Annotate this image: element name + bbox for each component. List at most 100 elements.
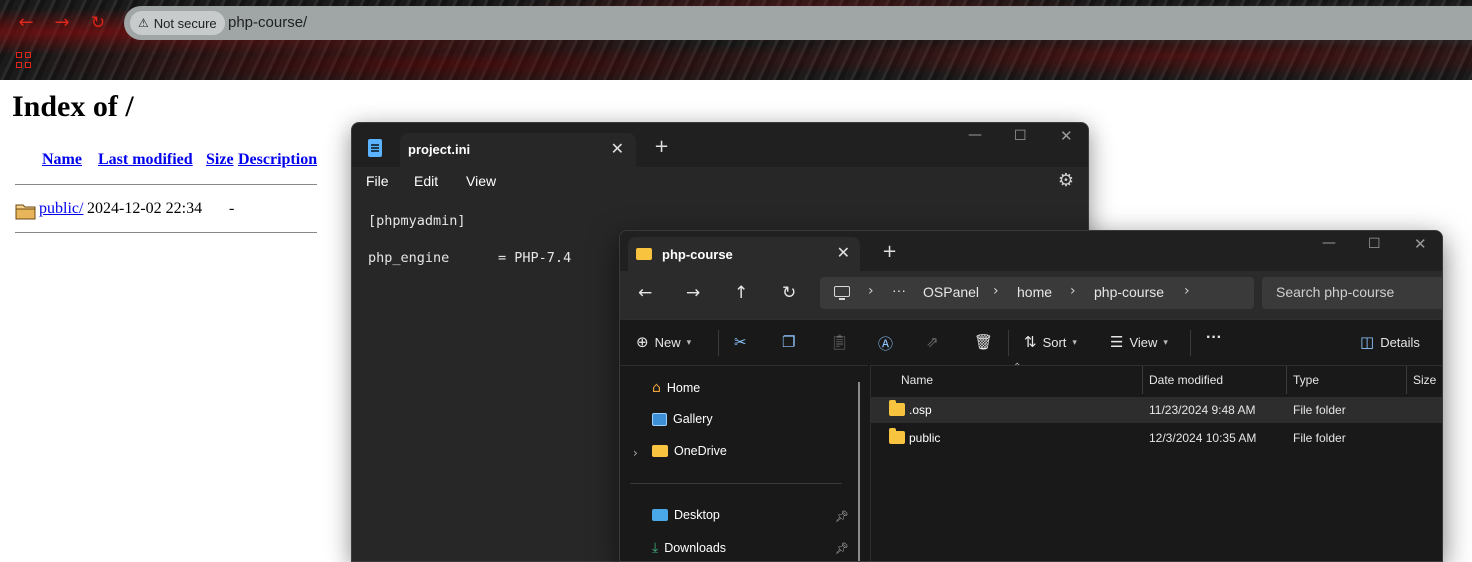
this-pc-icon[interactable] <box>834 286 850 300</box>
footer-divider <box>15 232 317 233</box>
rename-button[interactable]: Ⓐ <box>878 333 893 354</box>
column-separator[interactable] <box>1142 366 1143 394</box>
column-separator[interactable] <box>1286 366 1287 394</box>
sidebar-item-label: Home <box>666 381 701 395</box>
back-arrow-icon[interactable]: ← <box>638 283 652 303</box>
sidebar-item-onedrive[interactable]: OneDrive <box>652 444 727 458</box>
new-button[interactable]: ⊕ New ▾ <box>636 333 691 351</box>
sort-by-name-link[interactable]: Name <box>42 151 82 169</box>
sidebar-divider <box>630 483 842 484</box>
explorer-titlebar: php-course ✕ + — ☐ ✕ <box>620 231 1442 271</box>
url-text[interactable]: php-course/ <box>228 14 307 31</box>
list-item[interactable]: public 12/3/2024 10:35 AM File folder <box>871 425 1442 451</box>
apps-grid-icon[interactable] <box>16 52 32 68</box>
explorer-tab[interactable]: php-course ✕ <box>628 237 860 271</box>
sort-by-last-modified-link[interactable]: Last modified <box>98 151 193 169</box>
folder-icon <box>652 445 668 457</box>
reload-icon[interactable]: ↻ <box>86 11 110 35</box>
new-tab-icon[interactable]: + <box>654 136 669 157</box>
cut-icon: ✂ <box>734 333 747 351</box>
search-input[interactable]: Search php-course <box>1262 277 1442 309</box>
warning-icon: ⚠ <box>138 16 149 30</box>
address-bar[interactable]: ⚠ Not secure php-course/ <box>124 6 1472 40</box>
cut-button[interactable]: ✂ <box>734 333 747 351</box>
sidebar-item-gallery[interactable]: Gallery <box>652 412 713 426</box>
breadcrumb[interactable]: › ··· OSPanel › home › php-course › <box>820 277 1254 309</box>
back-arrow-icon[interactable]: ← <box>14 11 38 35</box>
file-date-modified: 11/23/2024 9:48 AM <box>1149 403 1256 417</box>
breadcrumb-ospanel[interactable]: OSPanel <box>923 284 979 300</box>
column-separator[interactable] <box>1406 366 1407 394</box>
plus-circle-icon: ⊕ <box>636 333 649 351</box>
file-name: public <box>909 431 941 445</box>
chevron-right-icon[interactable]: › <box>993 283 999 299</box>
sort-by-description-link[interactable]: Description <box>238 151 317 169</box>
file-list: ⌃ Name Date modified Type Size .osp 11/2… <box>870 362 1442 561</box>
chevron-right-icon[interactable]: › <box>1184 283 1190 299</box>
menu-view[interactable]: View <box>466 173 496 189</box>
column-header-name[interactable]: Name <box>901 373 933 387</box>
pin-icon[interactable]: 📌︎ <box>835 542 849 555</box>
refresh-icon[interactable]: ↻ <box>782 283 796 303</box>
settings-gear-icon[interactable]: ⚙ <box>1058 170 1074 191</box>
copy-button[interactable]: ❐ <box>782 333 795 351</box>
sidebar-item-home[interactable]: ⌂ Home <box>652 380 700 396</box>
details-button-label: Details <box>1380 334 1420 350</box>
sort-button[interactable]: ⇅ Sort ▾ <box>1024 333 1077 351</box>
chevron-right-icon[interactable]: › <box>1070 283 1076 299</box>
close-tab-icon[interactable]: ✕ <box>611 139 624 158</box>
close-window-icon[interactable]: ✕ <box>1414 235 1427 253</box>
close-window-icon[interactable]: ✕ <box>1060 127 1073 145</box>
toolbar-separator <box>718 330 719 356</box>
maximize-icon[interactable]: ☐ <box>1014 128 1027 144</box>
sidebar-scrollbar[interactable] <box>858 382 860 561</box>
overflow-dots-icon[interactable]: ··· <box>892 282 906 298</box>
new-tab-icon[interactable]: + <box>882 241 897 262</box>
file-date-modified: 12/3/2024 10:35 AM <box>1149 431 1257 445</box>
folder-icon <box>636 248 652 260</box>
sort-button-label: Sort <box>1042 334 1067 350</box>
public-folder-link[interactable]: public/ <box>39 200 83 218</box>
forward-arrow-icon[interactable]: → <box>686 283 700 303</box>
navigation-pane: ⌂ Home Gallery › OneDrive Desktop 📌︎ ⤓ D… <box>620 365 868 561</box>
list-item[interactable]: .osp 11/23/2024 9:48 AM File folder <box>871 397 1442 423</box>
menu-edit[interactable]: Edit <box>414 173 438 189</box>
sidebar-item-desktop[interactable]: Desktop <box>652 508 720 522</box>
pin-icon[interactable]: 📌︎ <box>835 510 849 523</box>
security-chip[interactable]: ⚠ Not secure <box>130 11 225 35</box>
chevron-right-icon[interactable]: › <box>868 283 874 299</box>
notepad-tab-title: project.ini <box>408 142 471 157</box>
notepad-titlebar: project.ini ✕ + — ☐ ✕ <box>352 123 1088 167</box>
column-header-type[interactable]: Type <box>1293 373 1319 387</box>
share-button[interactable]: ⇗ <box>926 333 939 351</box>
forward-arrow-icon[interactable]: → <box>50 11 74 35</box>
view-button[interactable]: ☰ View ▾ <box>1110 333 1168 351</box>
up-arrow-icon[interactable]: ↑ <box>734 283 748 303</box>
minimize-icon[interactable]: — <box>968 127 982 143</box>
sidebar-item-downloads[interactable]: ⤓ Downloads <box>652 540 726 556</box>
breadcrumb-php-course[interactable]: php-course <box>1094 284 1164 300</box>
sort-caret-icon: ⌃ <box>1013 362 1022 373</box>
more-options-button[interactable]: ··· <box>1206 329 1222 347</box>
explorer-tab-title: php-course <box>662 247 733 262</box>
sidebar-item-label: OneDrive <box>674 444 727 458</box>
minimize-icon[interactable]: — <box>1322 235 1336 251</box>
browser-toolbar: ← → ↻ ⚠ Not secure php-course/ <box>0 0 1472 80</box>
column-header-date-modified[interactable]: Date modified <box>1149 373 1223 387</box>
maximize-icon[interactable]: ☐ <box>1368 236 1381 252</box>
column-header-size[interactable]: Size <box>1413 373 1436 387</box>
menu-file[interactable]: File <box>366 173 389 189</box>
close-tab-icon[interactable]: ✕ <box>837 243 850 262</box>
security-label: Not secure <box>153 15 217 31</box>
command-bar: ⊕ New ▾ ✂ ❐ 📋︎ Ⓐ ⇗ 🗑︎ ⇅ Sort ▾ ☰ View ▾ … <box>620 319 1442 365</box>
sort-by-size-link[interactable]: Size <box>206 151 234 169</box>
details-pane-button[interactable]: ◫ Details <box>1360 333 1420 351</box>
paste-button[interactable]: 📋︎ <box>830 333 849 351</box>
notepad-tab[interactable]: project.ini ✕ <box>400 133 636 167</box>
chevron-down-icon: ▾ <box>1072 336 1077 347</box>
file-explorer-window: php-course ✕ + — ☐ ✕ ← → ↑ ↻ › ··· OSPan… <box>619 230 1443 562</box>
chevron-right-icon[interactable]: › <box>633 446 638 460</box>
copy-icon: ❐ <box>782 333 796 351</box>
breadcrumb-home[interactable]: home <box>1017 284 1052 300</box>
delete-button[interactable]: 🗑︎ <box>974 333 993 351</box>
